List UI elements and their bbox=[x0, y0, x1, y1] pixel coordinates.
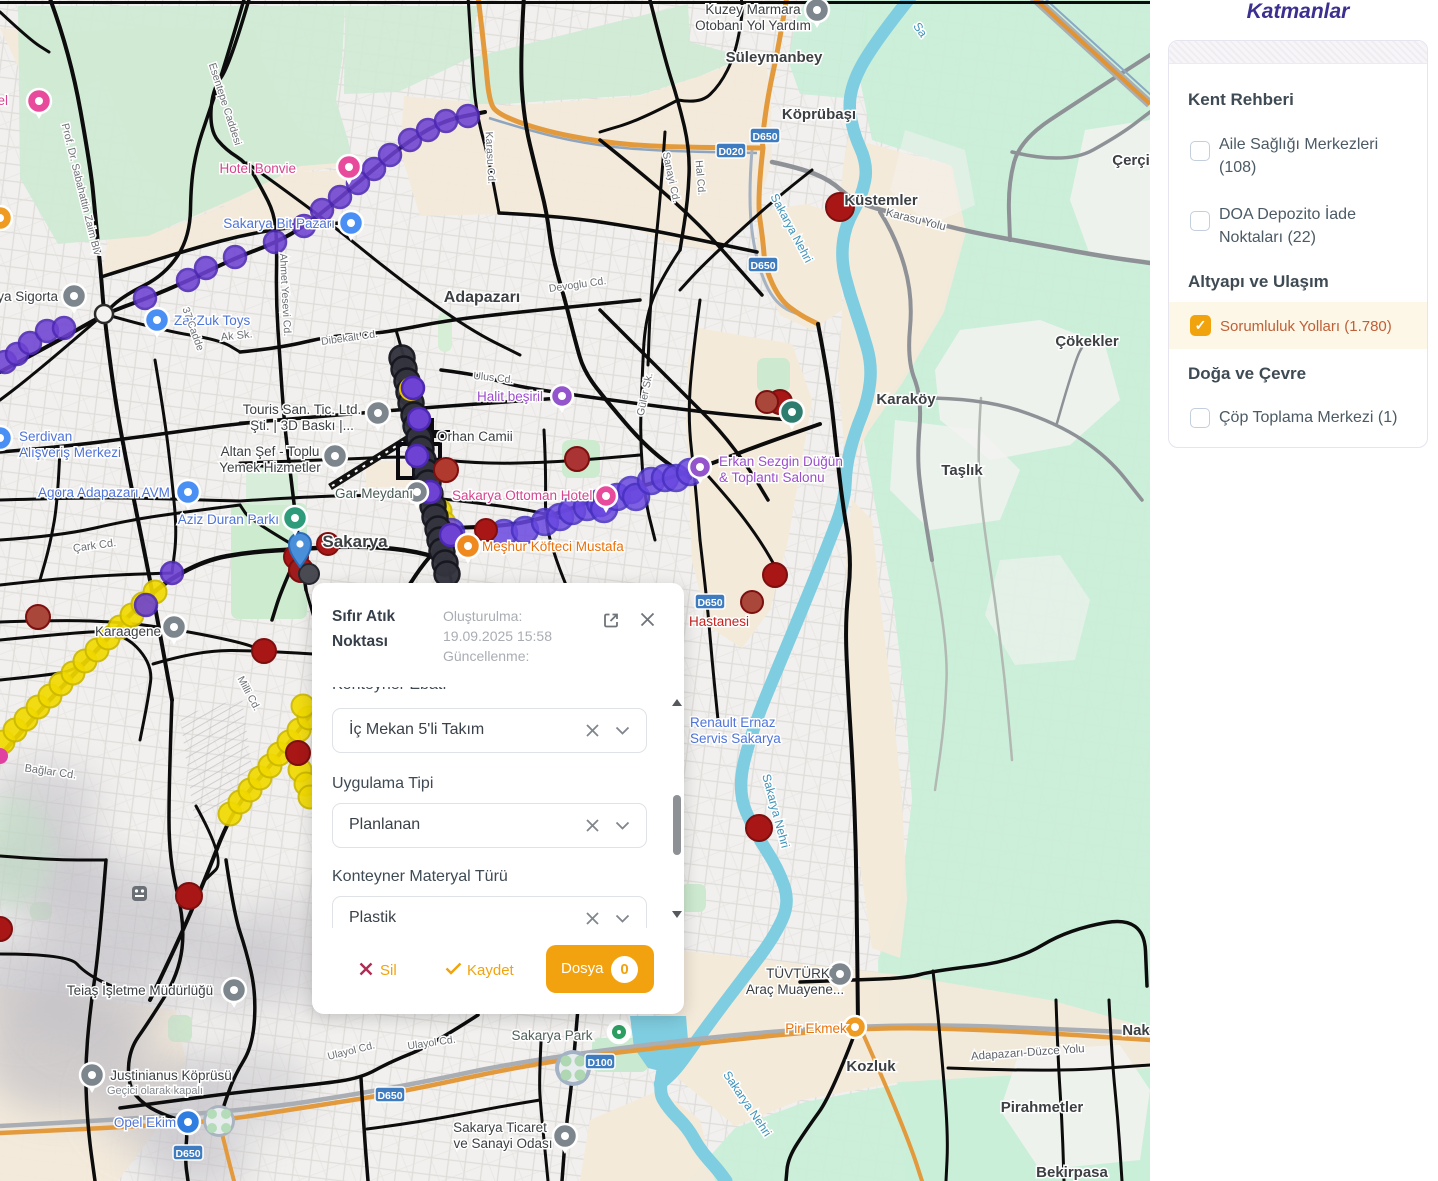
svg-text:Sakarya Ticaret: Sakarya Ticaret bbox=[453, 1120, 547, 1135]
svg-text:Çerçi: Çerçi bbox=[1112, 152, 1150, 169]
svg-text:& Toplantı Salonu: & Toplantı Salonu bbox=[719, 470, 825, 485]
svg-text:Touris San. Tic. Ltd.: Touris San. Tic. Ltd. bbox=[243, 402, 362, 417]
svg-text:Orhan Camii: Orhan Camii bbox=[437, 429, 513, 444]
svg-text:Halit beşiril: Halit beşiril bbox=[477, 389, 543, 404]
svg-text:Agora Adapazarı AVM: Agora Adapazarı AVM bbox=[38, 485, 170, 500]
svg-text:Geçici olarak kapalı: Geçici olarak kapalı bbox=[107, 1085, 203, 1097]
svg-text:Taşlık: Taşlık bbox=[941, 462, 983, 479]
svg-text:D650: D650 bbox=[377, 1090, 402, 1102]
svg-text:D650: D650 bbox=[697, 597, 722, 609]
svg-text:Serdivan: Serdivan bbox=[19, 429, 72, 444]
svg-text:Kozluk: Kozluk bbox=[846, 1058, 896, 1075]
svg-text:ve Sanayi Odası: ve Sanayi Odası bbox=[453, 1136, 552, 1151]
svg-text:Sakarya Bit Pazarı: Sakarya Bit Pazarı bbox=[223, 216, 335, 231]
svg-text:Erkan Sezgin Düğün: Erkan Sezgin Düğün bbox=[719, 454, 843, 469]
svg-text:Gar Meydanı: Gar Meydanı bbox=[335, 486, 413, 501]
svg-text:Adapazarı: Adapazarı bbox=[444, 289, 520, 306]
svg-text:D650: D650 bbox=[750, 260, 775, 272]
svg-text:Meşhur Köfteci Mustafa: Meşhur Köfteci Mustafa bbox=[482, 539, 624, 554]
svg-text:Pirahmetler: Pirahmetler bbox=[1001, 1099, 1084, 1116]
svg-text:Kuzey Marmara: Kuzey Marmara bbox=[705, 2, 801, 17]
svg-text:Altan Şef - Toplu: Altan Şef - Toplu bbox=[221, 444, 320, 459]
svg-text:Sakarya: Sakarya bbox=[322, 532, 388, 551]
svg-text:Karaköy: Karaköy bbox=[876, 391, 936, 408]
svg-text:Teiaş İşletme Müdürlüğü: Teiaş İşletme Müdürlüğü bbox=[67, 983, 213, 998]
svg-text:Nak: Nak bbox=[1122, 1022, 1150, 1039]
svg-text:Hotel Bonvie: Hotel Bonvie bbox=[219, 161, 296, 176]
svg-text:Araç Muayene...: Araç Muayene... bbox=[746, 982, 844, 997]
svg-text:D650: D650 bbox=[752, 131, 777, 143]
svg-text:Çökekler: Çökekler bbox=[1055, 333, 1119, 350]
svg-text:Aziz Duran Parkı: Aziz Duran Parkı bbox=[178, 512, 279, 527]
svg-text:Sakarya Ottoman Hotel: Sakarya Ottoman Hotel bbox=[452, 488, 592, 503]
svg-text:Opel Ekim: Opel Ekim bbox=[114, 1115, 176, 1130]
svg-text:Şti. | 3D Baskı |...: Şti. | 3D Baskı |... bbox=[250, 418, 354, 433]
svg-text:Renault Ernaz: Renault Ernaz bbox=[690, 715, 776, 730]
svg-text:Köprübaşı: Köprübaşı bbox=[782, 106, 856, 123]
svg-text:Justinianus Köprüsü: Justinianus Köprüsü bbox=[110, 1068, 232, 1083]
svg-text:ya Sigorta: ya Sigorta bbox=[0, 289, 58, 304]
svg-text:Alışveriş Merkezi: Alışveriş Merkezi bbox=[19, 445, 121, 460]
svg-text:D100: D100 bbox=[587, 1057, 612, 1069]
svg-text:Pir Ekmek: Pir Ekmek bbox=[785, 1021, 847, 1036]
svg-text:Sakarya Park: Sakarya Park bbox=[511, 1028, 592, 1043]
svg-text:Yemek Hizmetler: Yemek Hizmetler bbox=[219, 460, 321, 475]
svg-text:TÜVTÜRK: TÜVTÜRK bbox=[766, 966, 830, 981]
svg-text:Servis Sakarya: Servis Sakarya bbox=[690, 731, 781, 746]
svg-text:Hastanesi: Hastanesi bbox=[689, 614, 749, 629]
svg-text:otel: otel bbox=[0, 93, 8, 108]
svg-text:D020: D020 bbox=[718, 146, 743, 158]
svg-text:Küstemler: Küstemler bbox=[844, 192, 918, 209]
svg-text:Bekirpasa: Bekirpasa bbox=[1036, 1164, 1108, 1181]
svg-text:Otobanı Yol Yardım: Otobanı Yol Yardım bbox=[695, 18, 811, 33]
svg-text:Süleymanbey: Süleymanbey bbox=[726, 49, 823, 66]
svg-text:Karaagene: Karaagene bbox=[95, 624, 161, 639]
svg-text:D650: D650 bbox=[175, 1148, 200, 1160]
